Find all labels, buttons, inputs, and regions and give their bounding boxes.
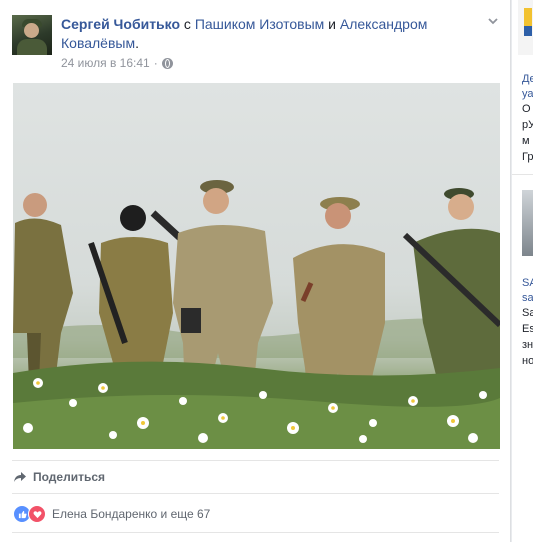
sidebar-text: м [522,135,530,147]
globe-icon[interactable] [161,57,173,69]
header-period: . [135,35,139,51]
sidebar-text[interactable]: SA [522,276,533,291]
post-timestamp[interactable]: 24 июля в 16:41 [61,56,150,70]
share-label: Поделиться [33,470,106,484]
sidebar-thumbnail[interactable] [522,190,533,256]
sidebar-text: зн [522,339,533,351]
sidebar-text: О [522,103,531,115]
sidebar-text: рУ [522,119,533,131]
chevron-down-icon[interactable] [486,14,500,28]
reactions-text: Елена Бондаренко и еще 67 [52,507,211,521]
post-meta: 24 июля в 16:41 · [61,56,173,70]
sidebar-text: Гр [522,151,533,163]
divider [12,460,499,461]
with-text: с [180,16,195,32]
sidebar-text[interactable]: Де [522,72,533,87]
post-header: Сергей Чобитько с Пашиком Изотовым и Але… [61,15,471,53]
author-name[interactable]: Сергей Чобитько [61,16,180,32]
divider [512,174,533,175]
share-arrow-icon [14,472,26,482]
soldier-figure [173,180,273,393]
sidebar-thumbnail[interactable] [518,0,533,55]
and-text: и [324,16,340,32]
author-avatar[interactable] [12,15,52,55]
post-card: Сергей Чобитько с Пашиком Изотовым и Але… [0,0,511,542]
post-photo[interactable] [13,83,500,449]
sidebar-text: Es [522,323,533,335]
sidebar-text[interactable]: уа [522,87,533,102]
meta-separator: · [153,56,158,70]
soldier-figure [293,197,385,403]
right-sidebar: Де уа О рУ м Гр SA sa Sa Es зн но [512,0,533,542]
reactions-summary[interactable]: Елена Бондаренко и еще 67 [13,505,210,523]
sidebar-text: Sa [522,307,533,319]
share-button[interactable]: Поделиться [13,470,105,484]
love-reaction-icon [28,505,46,523]
sidebar-text: но [522,355,533,367]
divider [12,493,499,494]
divider [12,532,499,533]
sidebar-text[interactable]: sa [522,291,533,306]
tagged-person-1[interactable]: Пашиком Изотовым [195,16,324,32]
